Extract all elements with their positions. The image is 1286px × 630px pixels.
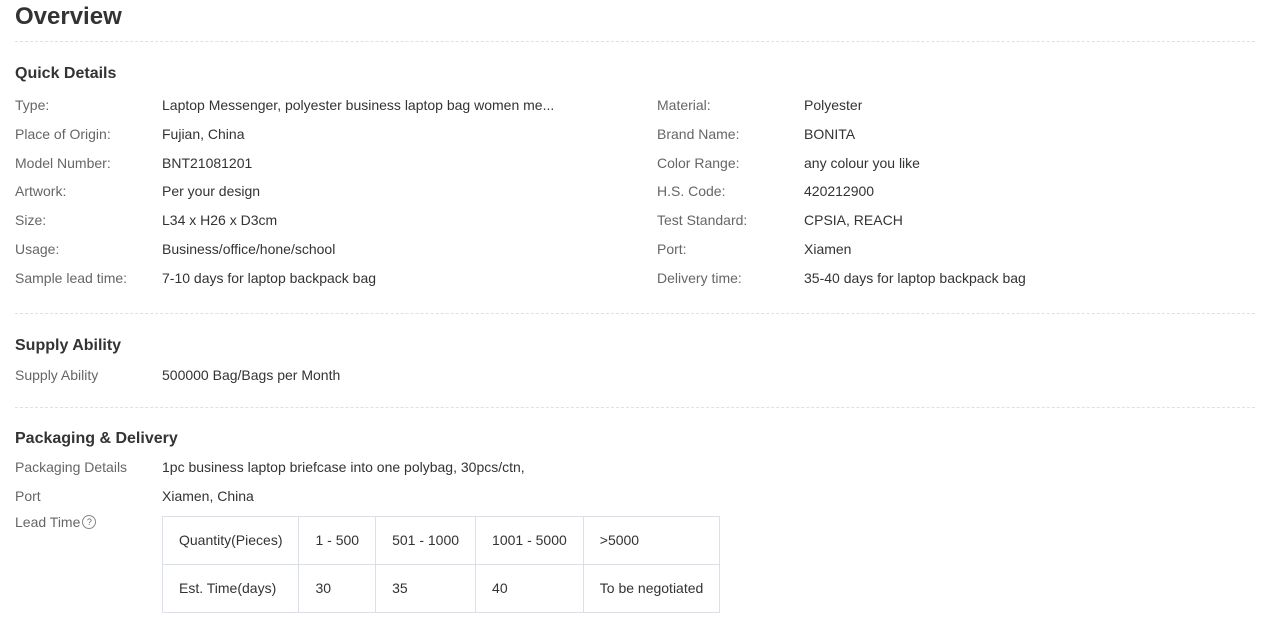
detail-row: Color Range: any colour you like [657,149,1255,178]
detail-row: Size: L34 x H26 x D3cm [15,206,657,235]
detail-row: Material: Polyester [657,91,1255,120]
detail-label: Port: [657,240,687,257]
detail-label: Size: [15,212,47,229]
detail-label: Usage: [15,240,60,257]
detail-label: Brand Name: [657,125,740,142]
detail-label: H.S. Code: [657,183,726,200]
detail-row: Usage: Business/office/hone/school [15,235,657,264]
detail-label: Sample lead time: [15,269,128,286]
quick-details-grid: Type: Laptop Messenger, polyester busines… [15,91,1255,293]
supply-ability-row: Supply Ability 500000 Bag/Bags per Month [15,361,1255,390]
packaging-label: Port [15,488,41,505]
detail-value: Xiamen [804,240,852,257]
table-cell: 1 - 500 [298,515,377,565]
detail-value: Fujian, China [162,125,245,142]
detail-label: Model Number: [15,154,111,171]
detail-value: Polyester [804,97,863,113]
divider [15,41,1255,42]
supply-ability-label: Supply Ability [15,366,99,383]
table-cell: 35 [375,563,477,613]
table-cell: >5000 [582,515,721,565]
detail-value: CPSIA, REACH [804,212,903,229]
packaging-row: Port Xiamen, China [15,482,1255,511]
detail-row: Port: Xiamen [657,235,1255,264]
table-cell: 501 - 1000 [375,515,477,565]
packaging-delivery-title: Packaging & Delivery [15,430,178,448]
quick-details-left-column: Type: Laptop Messenger, polyester busines… [15,91,657,293]
lead-time-table: Quantity(Pieces) 1 - 500 501 - 1000 1001… [161,515,721,613]
detail-value: L34 x H26 x D3cm [162,212,278,229]
lead-time-label-wrap: Lead Time ? [15,511,162,532]
detail-row: Delivery time: 35-40 days for laptop back… [657,264,1255,293]
table-cell: 40 [475,563,584,613]
detail-label: Artwork: [15,183,67,200]
table-row: Est. Time(days) 30 35 40 To be negotiate… [161,563,721,613]
quick-details-title: Quick Details [15,65,117,82]
table-cell: Quantity(Pieces) [161,515,300,565]
detail-label: Type: [15,97,50,113]
detail-label: Delivery time: [657,269,742,286]
detail-row: Test Standard: CPSIA, REACH [657,206,1255,235]
detail-row: Sample lead time: 7-10 days for laptop ba… [15,264,657,293]
detail-label: Test Standard: [657,212,748,229]
table-cell: Est. Time(days) [161,563,300,613]
packaging-rows: Packaging Details 1pc business laptop bri… [15,453,1255,613]
detail-label: Place of Origin: [15,125,111,142]
detail-row: H.S. Code: 420212900 [657,177,1255,206]
table-cell: 30 [298,563,377,613]
supply-ability-value: 500000 Bag/Bags per Month [162,366,341,383]
page-title: Overview [15,3,122,30]
detail-value: BNT21081201 [162,154,253,171]
table-cell: To be negotiated [582,563,721,613]
help-icon[interactable]: ? [82,514,97,529]
detail-row: Place of Origin: Fujian, China [15,120,657,149]
product-overview: Overview Quick Details Type: Laptop Messe… [15,0,1255,613]
divider [15,312,1255,314]
table-cell: 1001 - 5000 [475,515,584,565]
packaging-row: Packaging Details 1pc business laptop bri… [15,453,1255,482]
detail-label: Color Range: [657,154,740,171]
detail-row: Type: Laptop Messenger, polyester busines… [15,91,657,120]
detail-value: Business/office/hone/school [162,240,336,257]
detail-row: Model Number: BNT21081201 [15,149,657,178]
detail-value: any colour you like [804,154,920,171]
detail-value: BONITA [804,125,856,142]
lead-time-label: Lead Time [15,513,81,530]
divider [15,407,1255,409]
detail-value: Laptop Messenger, polyester business lap… [162,97,555,113]
supply-ability-title: Supply Ability [15,336,122,354]
lead-time-row: Lead Time ? Quantity(Pieces) 1 - 500 501… [15,511,1255,613]
detail-row: Brand Name: BONITA [657,120,1255,149]
detail-value: 35-40 days for laptop backpack bag [804,269,1026,286]
table-row: Quantity(Pieces) 1 - 500 501 - 1000 1001… [161,515,721,565]
detail-value: 420212900 [804,183,875,200]
detail-value: Per your design [162,183,261,200]
packaging-value: 1pc business laptop briefcase into one p… [162,459,525,476]
packaging-label: Packaging Details [15,459,128,476]
detail-value: 7-10 days for laptop backpack bag [162,269,377,286]
detail-label: Material: [657,97,711,113]
quick-details-right-column: Material: Polyester Brand Name: BONITA Col… [657,91,1255,293]
packaging-value: Xiamen, China [162,488,254,505]
detail-row: Artwork: Per your design [15,177,657,206]
